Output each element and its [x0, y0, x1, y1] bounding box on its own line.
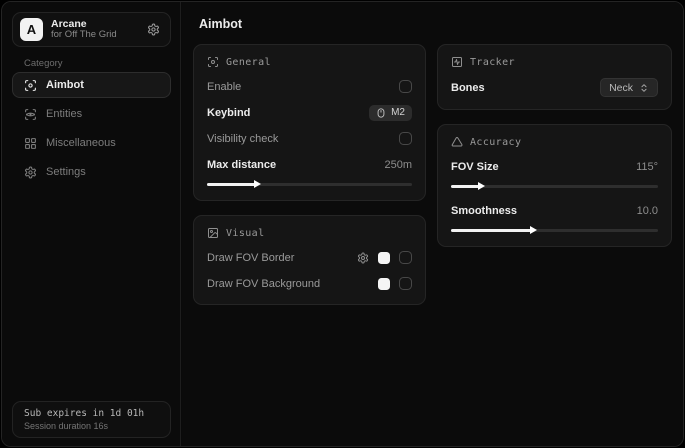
- visual-card: Visual Draw FOV Border Draw FOV Backgrou…: [193, 215, 426, 305]
- keybind-row: Keybind M2: [207, 104, 412, 121]
- sidebar-item-label: Miscellaneous: [46, 137, 116, 149]
- sidebar-item-entities[interactable]: Entities: [12, 101, 171, 127]
- bones-select[interactable]: Neck: [600, 78, 658, 97]
- sidebar-item-aimbot[interactable]: Aimbot: [12, 72, 171, 98]
- keybind-button[interactable]: M2: [369, 105, 412, 121]
- crosshair-icon: [207, 56, 219, 68]
- brand-text: Arcane for Off The Grid: [51, 18, 139, 41]
- fov-size-slider[interactable]: [451, 182, 658, 190]
- draw-fov-background-label: Draw FOV Background: [207, 278, 320, 290]
- draw-fov-border-checkbox[interactable]: [399, 251, 412, 264]
- slider-thumb[interactable]: [254, 180, 261, 188]
- app-subtitle: for Off The Grid: [51, 30, 139, 41]
- max-distance-value: 250m: [384, 159, 412, 171]
- enable-label: Enable: [207, 81, 241, 93]
- sidebar-nav: Aimbot Entities Miscellaneous Settings: [12, 72, 171, 185]
- sidebar-item-label: Entities: [46, 108, 82, 120]
- accuracy-card: Accuracy FOV Size 115° Smoothness 10.0: [437, 124, 672, 247]
- sidebar-item-label: Aimbot: [46, 79, 84, 91]
- tracker-card-title: Tracker: [470, 57, 515, 68]
- image-icon: [207, 227, 219, 239]
- general-card: General Enable Keybind M2 Visi: [193, 44, 426, 201]
- sidebar: A Arcane for Off The Grid Category Aimbo…: [2, 2, 181, 446]
- general-card-title: General: [226, 57, 271, 68]
- sub-expires-text: Sub expires in 1d 01h: [24, 408, 159, 419]
- entities-icon: [24, 108, 37, 121]
- smoothness-row: Smoothness 10.0: [451, 202, 658, 219]
- category-label: Category: [24, 58, 63, 69]
- smoothness-value: 10.0: [637, 205, 658, 217]
- sidebar-item-label: Settings: [46, 166, 86, 178]
- fov-background-color-swatch[interactable]: [378, 278, 390, 290]
- bones-row: Bones Neck: [451, 78, 658, 97]
- draw-fov-border-label: Draw FOV Border: [207, 252, 294, 264]
- session-duration-text: Session duration 16s: [24, 421, 159, 431]
- max-distance-row: Max distance 250m: [207, 156, 412, 173]
- misc-icon: [24, 137, 37, 150]
- slider-thumb[interactable]: [530, 226, 537, 234]
- accuracy-card-title: Accuracy: [470, 137, 521, 148]
- enable-checkbox[interactable]: [399, 80, 412, 93]
- slider-thumb[interactable]: [478, 182, 485, 190]
- visibility-check-label: Visibility check: [207, 133, 278, 145]
- enable-row: Enable: [207, 78, 412, 95]
- slider-fill: [451, 185, 480, 188]
- app-window: A Arcane for Off The Grid Category Aimbo…: [1, 1, 684, 447]
- general-card-header: General: [207, 56, 412, 68]
- gear-icon[interactable]: [147, 23, 160, 36]
- tracker-card: Tracker Bones Neck: [437, 44, 672, 110]
- visibility-check-row: Visibility check: [207, 130, 412, 147]
- slider-fill: [451, 229, 532, 232]
- fov-size-label: FOV Size: [451, 161, 499, 173]
- keybind-label: Keybind: [207, 107, 250, 119]
- brand-card: A Arcane for Off The Grid: [12, 12, 171, 47]
- visibility-check-checkbox[interactable]: [399, 132, 412, 145]
- fov-size-row: FOV Size 115°: [451, 158, 658, 175]
- gear-icon[interactable]: [357, 252, 369, 264]
- main-content: Aimbot General Enable Keybind: [182, 2, 683, 446]
- left-column: General Enable Keybind M2 Visi: [193, 44, 426, 305]
- activity-icon: [451, 56, 463, 68]
- page-title: Aimbot: [199, 17, 242, 31]
- sidebar-item-miscellaneous[interactable]: Miscellaneous: [12, 130, 171, 156]
- slider-fill: [207, 183, 256, 186]
- bones-label: Bones: [451, 82, 485, 94]
- tracker-card-header: Tracker: [451, 56, 658, 68]
- mouse-icon: [376, 108, 386, 118]
- draw-fov-border-row: Draw FOV Border: [207, 249, 412, 266]
- app-logo: A: [20, 18, 43, 41]
- draw-fov-border-controls: [357, 251, 412, 264]
- right-column: Tracker Bones Neck: [437, 44, 672, 247]
- crosshair-icon: [24, 79, 37, 92]
- smoothness-slider[interactable]: [451, 226, 658, 234]
- bones-value: Neck: [609, 82, 633, 94]
- smoothness-label: Smoothness: [451, 205, 517, 217]
- sidebar-item-settings[interactable]: Settings: [12, 159, 171, 185]
- draw-fov-background-checkbox[interactable]: [399, 277, 412, 290]
- accuracy-card-header: Accuracy: [451, 136, 658, 148]
- max-distance-label: Max distance: [207, 159, 276, 171]
- visual-card-header: Visual: [207, 227, 412, 239]
- draw-fov-background-row: Draw FOV Background: [207, 275, 412, 292]
- triangle-icon: [451, 136, 463, 148]
- keybind-value: M2: [391, 107, 405, 118]
- settings-gear-icon: [24, 166, 37, 179]
- max-distance-slider[interactable]: [207, 180, 412, 188]
- fov-border-color-swatch[interactable]: [378, 252, 390, 264]
- fov-size-value: 115°: [636, 161, 658, 173]
- chevrons-up-down-icon: [639, 83, 649, 93]
- subscription-card: Sub expires in 1d 01h Session duration 1…: [12, 401, 171, 438]
- visual-card-title: Visual: [226, 228, 265, 239]
- draw-fov-background-controls: [378, 277, 412, 290]
